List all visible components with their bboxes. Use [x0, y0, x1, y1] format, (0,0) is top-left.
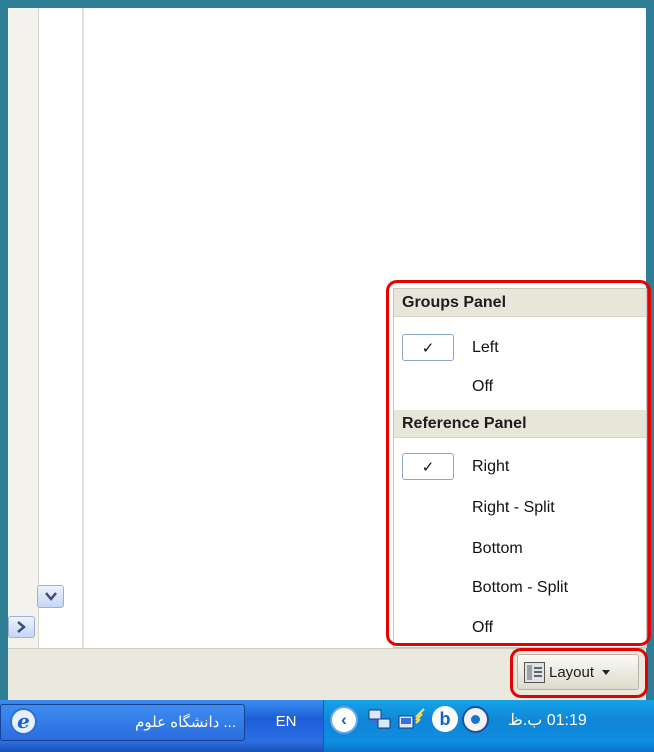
eye-app-icon[interactable]: [462, 706, 489, 733]
wireless-icon[interactable]: [398, 707, 428, 733]
tray-expand-button[interactable]: ‹: [330, 706, 358, 734]
window-frame-top: [0, 0, 654, 8]
b-app-icon[interactable]: b: [432, 706, 458, 732]
internet-explorer-icon: e: [10, 708, 37, 735]
groups-pane: [39, 8, 84, 648]
taskbar-clock[interactable]: 01:19 ب.ظ: [508, 704, 648, 738]
network-icon[interactable]: [368, 708, 392, 732]
scroll-down-button[interactable]: [37, 585, 64, 608]
taskbar-app-label: ... دانشگاه علوم: [135, 714, 236, 731]
window-frame-left: [0, 0, 8, 700]
scroll-right-button[interactable]: [8, 616, 35, 638]
layout-button-highlight: [510, 648, 648, 698]
left-scroll-strip: [8, 8, 39, 656]
layout-menu-highlight: [386, 280, 651, 646]
language-indicator[interactable]: EN: [264, 708, 308, 736]
chevron-down-icon: [44, 592, 57, 601]
chevron-left-icon: ‹: [341, 710, 347, 729]
chevron-right-icon: [17, 621, 26, 633]
